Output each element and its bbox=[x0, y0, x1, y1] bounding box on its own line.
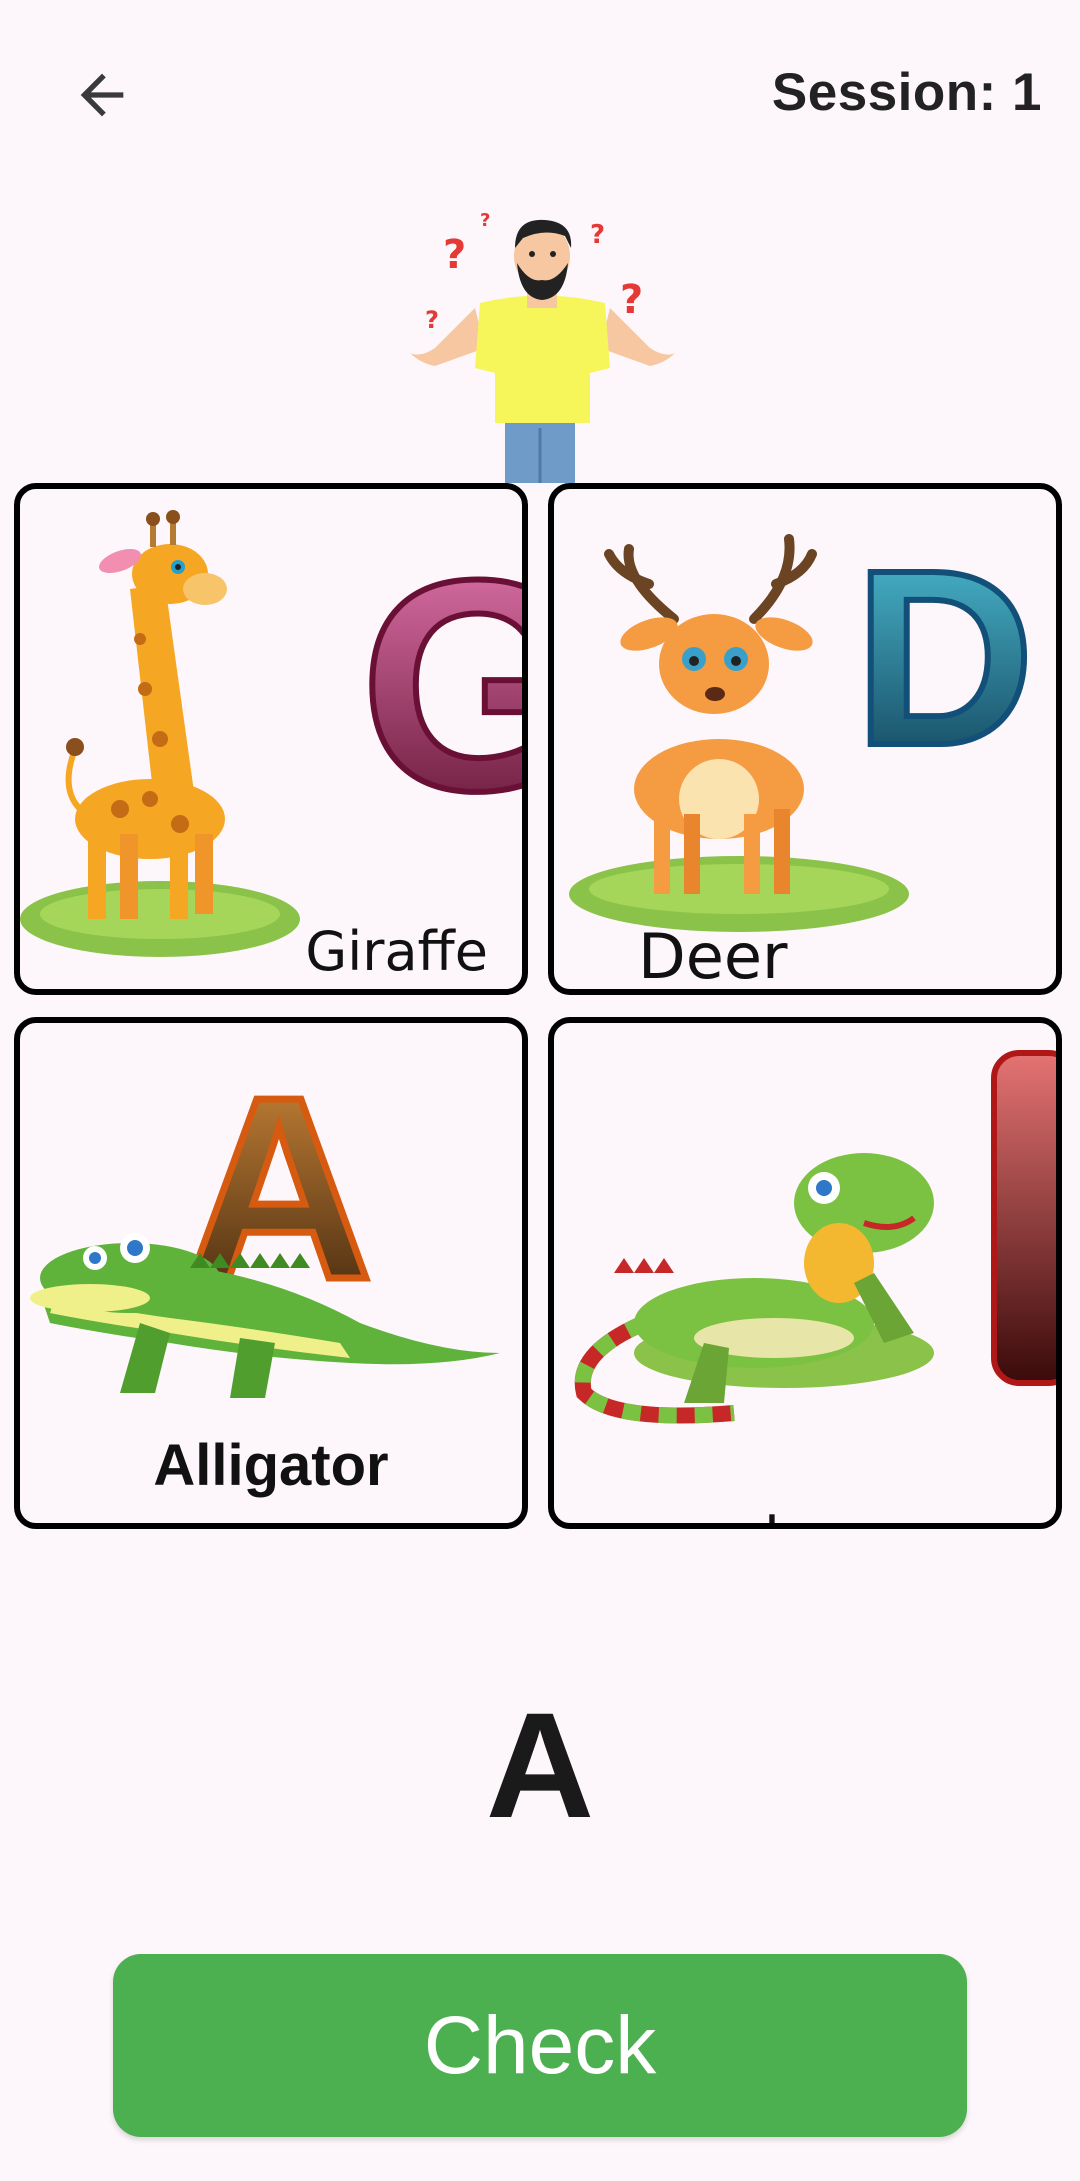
animal-name-label: Iguana bbox=[764, 1504, 949, 1523]
svg-text:?: ? bbox=[620, 277, 643, 323]
top-bar: Session: 1 bbox=[0, 0, 1080, 190]
animal-name-label: Deer bbox=[638, 920, 788, 993]
target-letter: A bbox=[485, 1681, 595, 1849]
animal-name-label: Giraffe bbox=[305, 920, 488, 983]
animal-card-giraffe[interactable]: Giraffe bbox=[14, 483, 528, 995]
svg-text:?: ? bbox=[590, 220, 605, 250]
giraffe-illustration: G bbox=[20, 510, 522, 957]
confused-man-illustration: ? ? ? ? ? bbox=[410, 210, 675, 483]
animal-card-alligator[interactable]: A Alligator bbox=[14, 1017, 528, 1529]
animal-name-label: Alligator bbox=[153, 1433, 389, 1498]
arrow-left-icon bbox=[80, 73, 124, 117]
iguana-illustration bbox=[574, 1050, 1056, 1424]
animal-card-deer[interactable]: D Deer bbox=[548, 483, 1062, 995]
svg-text:G: G bbox=[360, 517, 522, 853]
svg-text:D: D bbox=[854, 518, 1035, 797]
check-button[interactable]: Check bbox=[113, 1954, 967, 2137]
svg-text:?: ? bbox=[480, 210, 490, 231]
svg-text:?: ? bbox=[425, 306, 439, 334]
deer-illustration: D bbox=[569, 515, 1038, 932]
back-button[interactable] bbox=[62, 55, 142, 135]
animal-card-iguana[interactable]: Iguana bbox=[548, 1017, 1062, 1529]
animal-card-grid: Giraffe D Deer A Alligator bbox=[14, 483, 1066, 1535]
session-label: Session: 1 bbox=[771, 63, 1042, 122]
svg-text:?: ? bbox=[443, 232, 466, 278]
